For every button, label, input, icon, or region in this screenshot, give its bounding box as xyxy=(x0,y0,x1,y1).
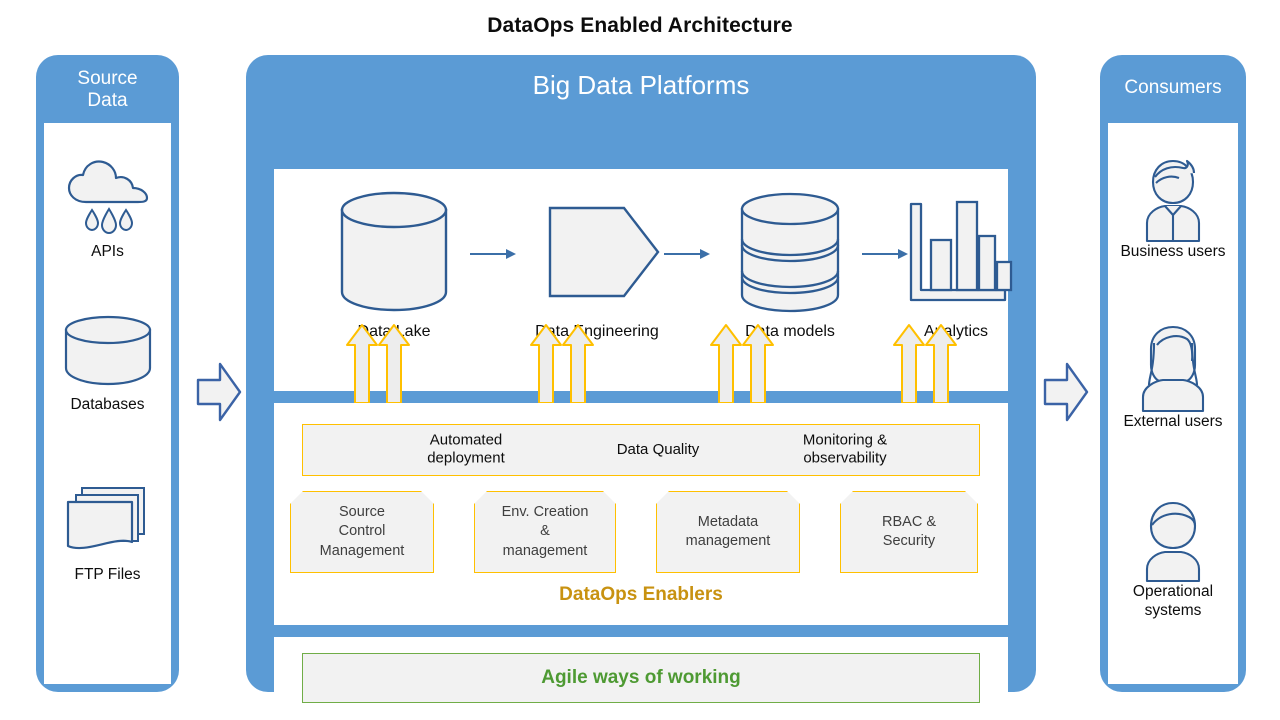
pipeline-node-data-engineering[interactable]: Data Engineering xyxy=(502,187,692,341)
support-arrow-3 xyxy=(529,323,563,405)
source-data-header: Source Data xyxy=(36,55,179,121)
enabler-source-control-management[interactable]: Source Control Management xyxy=(290,491,434,573)
right-connector-arrow xyxy=(1043,358,1089,426)
source-item-label: APIs xyxy=(91,243,124,260)
stacked-database-icon xyxy=(704,187,876,317)
left-connector-arrow xyxy=(196,358,242,426)
enabler-line: Metadata xyxy=(697,513,759,530)
agile-ways-of-working-box[interactable]: Agile ways of working xyxy=(302,653,980,703)
consumer-item-external-users[interactable]: External users xyxy=(1108,321,1238,432)
agile-section: Agile ways of working xyxy=(274,637,1008,719)
support-arrow-5 xyxy=(709,323,743,405)
pipeline-arrow-2 xyxy=(664,247,712,261)
consumer-item-operational-systems[interactable]: Operational systems xyxy=(1108,491,1238,620)
enabler-line: Source xyxy=(339,504,385,521)
enabler-line: Env. Creation xyxy=(501,504,589,521)
big-data-platforms-header: Big Data Platforms xyxy=(532,69,750,100)
diagram-canvas: DataOps Enabled Architecture Source Data xyxy=(0,0,1280,720)
topbar-label-line: Monitoring & xyxy=(802,431,888,449)
consumers-header: Consumers xyxy=(1124,77,1222,98)
source-item-label: FTP Files xyxy=(74,566,141,583)
support-arrow-8 xyxy=(924,323,958,405)
pipeline-node-data-lake[interactable]: Data Lake xyxy=(314,187,474,341)
pipeline-arrow-1 xyxy=(470,247,518,261)
enabler-line: & xyxy=(540,523,550,540)
support-arrow-1 xyxy=(345,323,379,405)
enabler-line: Security xyxy=(882,533,936,549)
consumer-item-label: Business users xyxy=(1120,243,1226,260)
consumers-panel: Consumers Business users External users … xyxy=(1100,55,1246,692)
topbar-label-line: deployment xyxy=(427,450,505,467)
cylinder-icon xyxy=(314,187,474,317)
operational-system-icon xyxy=(1108,491,1238,583)
support-arrow-4 xyxy=(561,323,595,405)
dataops-enablers-title: DataOps Enablers xyxy=(559,584,723,605)
consumer-item-business-users[interactable]: Business users xyxy=(1108,151,1238,262)
support-arrow-7 xyxy=(892,323,926,405)
source-item-databases[interactable]: Databases xyxy=(44,308,171,414)
business-user-icon xyxy=(1108,151,1238,243)
pipeline-arrow-3 xyxy=(862,247,910,261)
consumer-item-label: Operational systems xyxy=(1108,583,1238,620)
cloud-rain-icon xyxy=(44,155,171,239)
file-stack-icon xyxy=(44,478,171,562)
page-title: DataOps Enabled Architecture xyxy=(487,14,793,37)
consumer-item-label: External users xyxy=(1123,413,1223,430)
support-arrow-2 xyxy=(377,323,411,405)
source-header-line1: Source xyxy=(77,67,138,89)
topbar-label-line: Automated xyxy=(429,431,503,449)
pipeline-node-analytics[interactable]: Analytics xyxy=(886,187,1026,341)
source-data-panel: Source Data APIs Databases FTP Files xyxy=(36,55,179,692)
enabler-line: management xyxy=(502,542,588,559)
source-item-ftp-files[interactable]: FTP Files xyxy=(44,478,171,584)
source-item-label: Databases xyxy=(70,396,145,413)
consumer-item-label-line: systems xyxy=(1144,601,1202,619)
topbar-label-automated-deployment: Automated deployment xyxy=(391,432,541,469)
enabler-rbac-security[interactable]: RBAC & Security xyxy=(840,491,978,573)
enabler-line: Management xyxy=(319,542,405,559)
enabler-line: Control xyxy=(338,523,386,540)
enabler-line: management xyxy=(685,533,771,549)
support-arrow-6 xyxy=(741,323,775,405)
enabler-env-creation-management[interactable]: Env. Creation & management xyxy=(474,491,616,573)
source-item-apis[interactable]: APIs xyxy=(44,155,171,261)
enablers-topbar: Automated deployment Data Quality Monito… xyxy=(302,424,980,476)
dataops-enablers-section: Automated deployment Data Quality Monito… xyxy=(274,403,1008,625)
source-header-line2: Data xyxy=(87,90,128,111)
pipeline-node-data-models[interactable]: Data models xyxy=(704,187,876,341)
enabler-metadata-management[interactable]: Metadata management xyxy=(656,491,800,573)
topbar-label-monitoring-observability: Monitoring & observability xyxy=(765,432,925,469)
consumer-item-label-line: Operational xyxy=(1132,583,1214,600)
source-data-body: APIs Databases FTP Files xyxy=(44,123,171,684)
consumers-body: Business users External users Operationa… xyxy=(1108,123,1238,684)
database-cylinder-icon xyxy=(44,308,171,392)
topbar-label-line: observability xyxy=(803,450,887,467)
big-data-platforms-panel: Big Data Platforms Data Lake Data Engine… xyxy=(246,55,1036,719)
topbar-label-data-quality: Data Quality xyxy=(583,441,733,459)
enabler-line: RBAC & xyxy=(882,513,936,530)
topbar-label-line: Data Quality xyxy=(616,440,700,458)
external-user-icon xyxy=(1108,321,1238,413)
